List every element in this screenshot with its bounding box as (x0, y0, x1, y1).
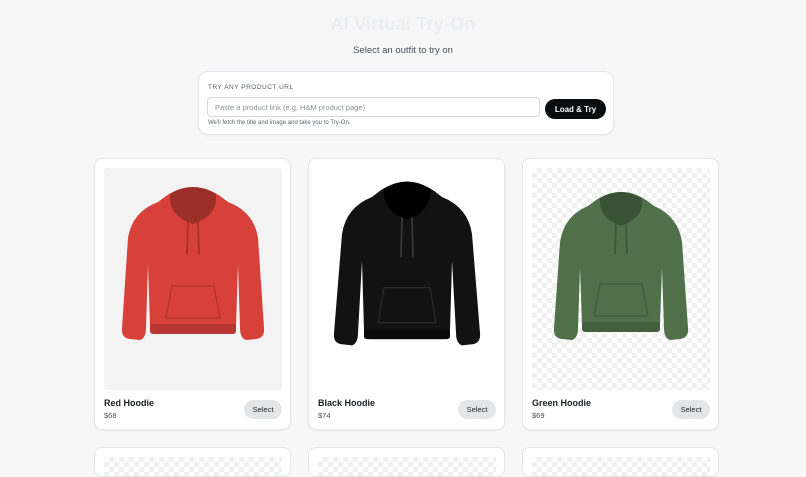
product-image-partial (104, 457, 282, 476)
product-image-partial (318, 457, 496, 476)
product-name: Black Hoodie (318, 398, 376, 408)
product-card-partial[interactable] (522, 447, 719, 477)
page-title: AI Virtual Try-On (330, 14, 476, 34)
product-image-partial (532, 457, 710, 476)
product-card-black-hoodie[interactable]: Black Hoodie $74 Select (308, 158, 505, 430)
select-green-hoodie-button[interactable]: Select (672, 400, 710, 419)
hoodie-icon (333, 181, 481, 346)
product-price: $68 (104, 411, 117, 420)
select-red-hoodie-button[interactable]: Select (244, 400, 282, 419)
product-card-partial[interactable] (308, 447, 505, 477)
product-card-red-hoodie[interactable]: Red Hoodie $68 Select (94, 158, 291, 430)
url-tryon-label: TRY ANY PRODUCT URL (208, 84, 294, 91)
product-price: $74 (318, 411, 331, 420)
product-url-input[interactable] (207, 97, 540, 117)
hoodie-icon (121, 187, 265, 340)
page-subtitle: Select an outfit to try on (353, 45, 453, 56)
product-name: Red Hoodie (104, 398, 155, 408)
load-and-try-button[interactable]: Load & Try (545, 99, 606, 119)
green-hoodie-image[interactable] (532, 168, 710, 390)
product-card-green-hoodie[interactable]: Green Hoodie $69 Select (522, 158, 719, 430)
black-hoodie-image[interactable] (318, 168, 496, 390)
product-name: Green Hoodie (532, 398, 592, 408)
product-card-partial[interactable] (94, 447, 291, 477)
hoodie-icon (553, 192, 689, 340)
product-price: $69 (532, 411, 545, 420)
url-tryon-card: TRY ANY PRODUCT URL Load & Try We'll fet… (198, 71, 614, 135)
red-hoodie-image[interactable] (104, 168, 282, 390)
url-tryon-hint: We'll fetch the title and image and take… (208, 120, 351, 126)
select-black-hoodie-button[interactable]: Select (458, 400, 496, 419)
